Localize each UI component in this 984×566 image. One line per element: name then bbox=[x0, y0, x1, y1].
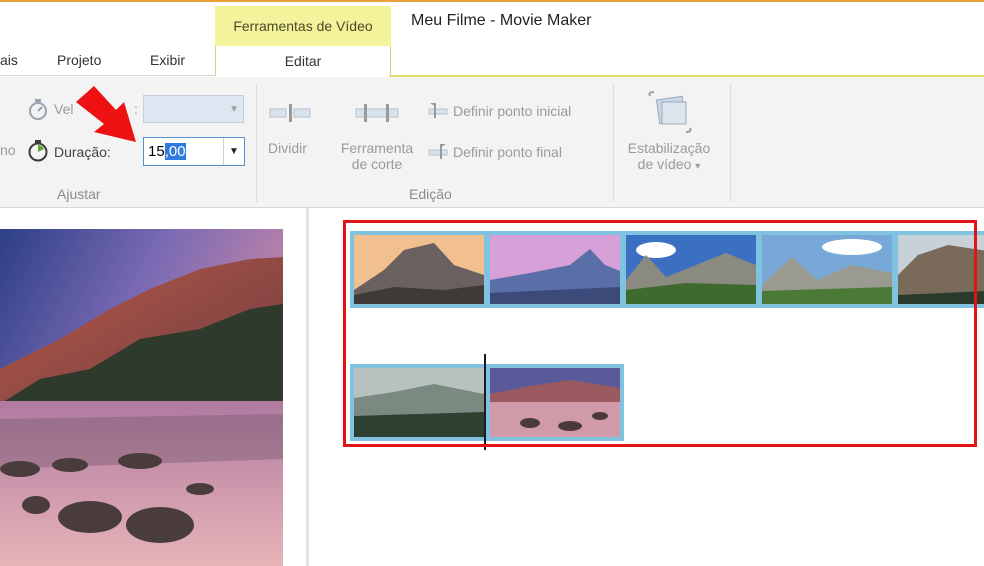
red-highlight-annotation bbox=[343, 220, 977, 447]
preview-image bbox=[0, 229, 283, 566]
set-end-icon bbox=[428, 144, 448, 159]
window-title: Meu Filme - Movie Maker bbox=[411, 12, 592, 29]
tab-projeto[interactable]: Projeto bbox=[57, 52, 101, 68]
split-button[interactable]: Dividir bbox=[268, 140, 307, 156]
chevron-down-icon[interactable]: ▼ bbox=[223, 138, 244, 165]
set-start-icon bbox=[428, 103, 448, 118]
duration-combo[interactable]: 15,00 ▼ bbox=[143, 137, 245, 166]
tab-partial[interactable]: ais bbox=[0, 52, 18, 68]
tab-editar[interactable]: Editar bbox=[215, 46, 391, 76]
trim-tool-button[interactable]: Ferramenta de corte bbox=[335, 140, 419, 172]
duration-icon bbox=[28, 140, 48, 162]
duration-input[interactable]: 15,00 bbox=[148, 143, 186, 160]
split-icon bbox=[269, 104, 311, 122]
panel-splitter[interactable] bbox=[306, 208, 309, 566]
trim-tool-icon bbox=[355, 104, 399, 122]
ribbon-separator bbox=[256, 84, 257, 202]
stabilization-icon bbox=[648, 91, 692, 133]
set-start-point-button[interactable]: Definir ponto inicial bbox=[453, 103, 571, 119]
chevron-down-icon: ▾ bbox=[695, 161, 701, 172]
stabilization-button[interactable]: Estabilização de vídeo ▾ bbox=[616, 140, 722, 172]
set-end-point-button[interactable]: Definir ponto final bbox=[453, 144, 562, 160]
tab-exibir[interactable]: Exibir bbox=[150, 52, 185, 68]
context-tab-header: Ferramentas de Vídeo bbox=[215, 6, 391, 46]
window-accent bbox=[0, 0, 984, 2]
speed-combo[interactable]: ▼ bbox=[143, 95, 244, 123]
ribbon-separator bbox=[730, 84, 731, 202]
speed-icon bbox=[29, 99, 47, 120]
ribbon-separator bbox=[613, 84, 614, 202]
red-arrow-annotation bbox=[76, 86, 136, 142]
chevron-down-icon[interactable]: ▼ bbox=[229, 104, 239, 115]
group-label-edicao: Edição bbox=[409, 186, 452, 202]
speed-label: Vel bbox=[54, 101, 74, 117]
tab-underline-left bbox=[0, 75, 215, 76]
group-label-ajustar: Ajustar bbox=[57, 186, 101, 202]
partial-button-label: no bbox=[0, 142, 16, 158]
duration-label: Duração: bbox=[54, 144, 111, 160]
